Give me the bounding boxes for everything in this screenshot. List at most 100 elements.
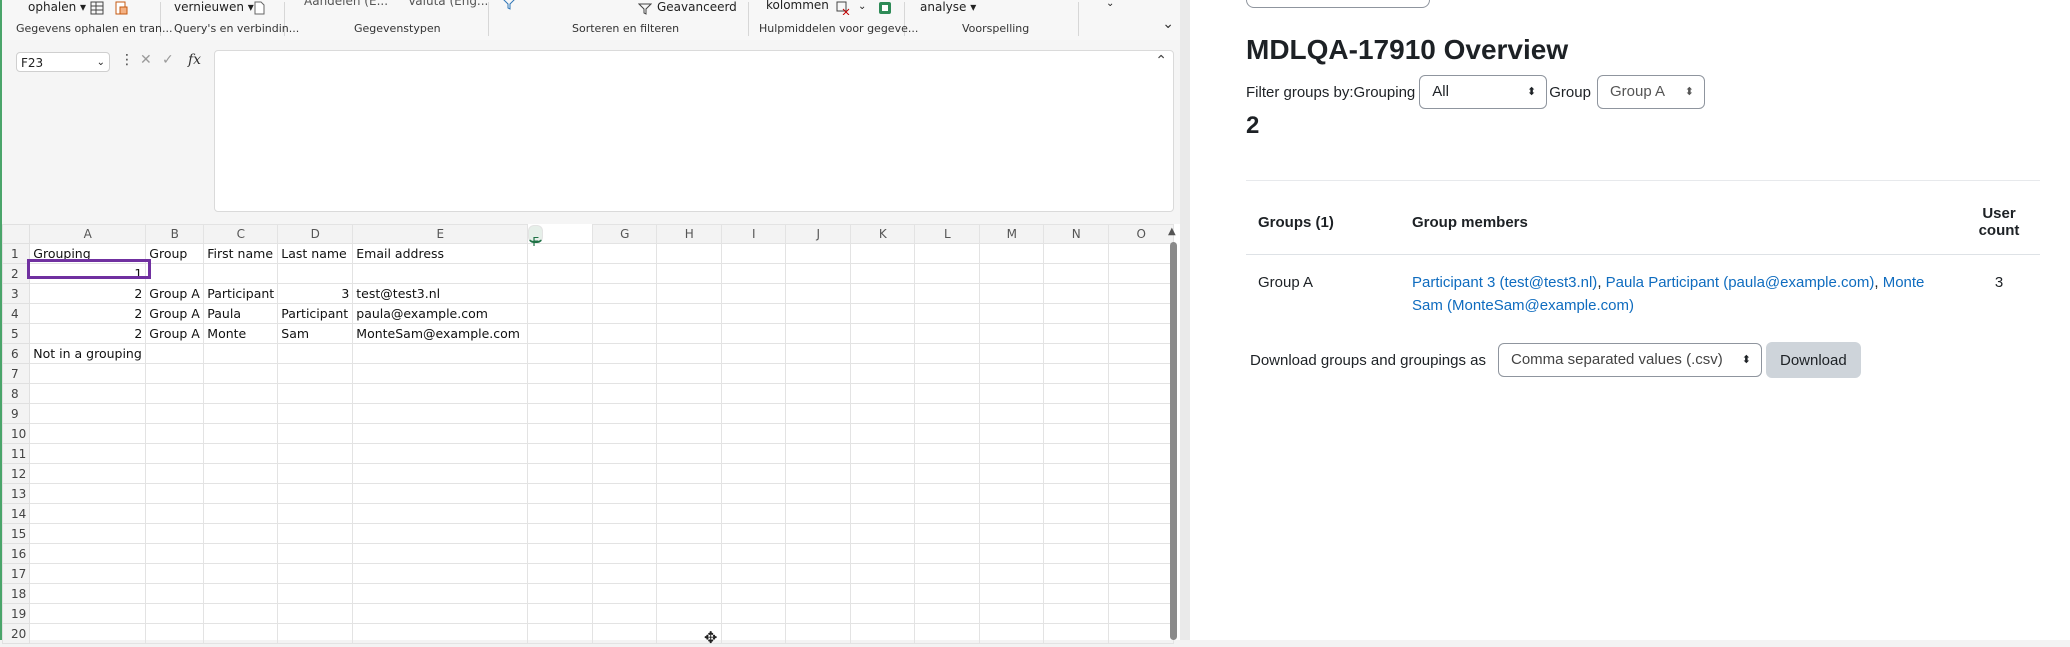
advanced-filter-button[interactable]: Geavanceerd (657, 0, 737, 14)
grid-cell[interactable] (29, 483, 147, 504)
grid-cell[interactable] (850, 383, 916, 404)
grid-cell[interactable]: Not in a grouping (29, 343, 147, 364)
grid-cell[interactable] (979, 303, 1045, 324)
column-header[interactable]: A (29, 224, 147, 244)
get-data-button[interactable]: ophalen ▾ (28, 0, 86, 14)
grid-cell[interactable] (721, 523, 787, 544)
grid-cell[interactable] (785, 303, 852, 324)
stocks-datatype[interactable]: Aandelen (E... (304, 0, 388, 8)
grid-cell[interactable] (785, 583, 852, 604)
row-header[interactable]: 15 (1, 523, 31, 544)
grid-cell[interactable] (145, 463, 205, 484)
grid-cell[interactable] (29, 603, 147, 624)
grid-cell[interactable] (850, 503, 916, 524)
grid-cell[interactable] (1108, 243, 1175, 264)
grid-cell[interactable] (721, 623, 787, 644)
grid-cell[interactable] (527, 383, 594, 404)
grid-cell[interactable] (914, 343, 981, 364)
worksheet-grid[interactable]: A B C D E F G H I J K L M N O 1 Grouping G… (1, 224, 1180, 644)
grid-cell[interactable] (203, 523, 279, 544)
row-header[interactable]: 19 (1, 603, 31, 624)
grid-cell[interactable] (979, 323, 1045, 344)
grid-cell[interactable] (1108, 503, 1175, 524)
grid-cell[interactable] (527, 263, 594, 284)
grid-cell[interactable] (914, 243, 981, 264)
grid-cell[interactable]: Participant (277, 303, 354, 324)
grid-cell[interactable] (914, 523, 981, 544)
grid-cell[interactable] (1108, 623, 1175, 644)
grid-cell[interactable] (721, 323, 787, 344)
grid-cell[interactable] (203, 383, 279, 404)
grid-cell[interactable] (850, 463, 916, 484)
column-header[interactable]: H (656, 224, 723, 244)
grid-cell[interactable] (656, 603, 723, 624)
grid-cell[interactable] (203, 343, 279, 364)
grid-cell[interactable]: test@test3.nl (352, 283, 529, 304)
grid-cell[interactable] (656, 283, 723, 304)
grid-cell[interactable] (1043, 263, 1110, 284)
grid-cell[interactable] (656, 423, 723, 444)
grid-cell[interactable] (527, 463, 594, 484)
grid-cell[interactable] (29, 523, 147, 544)
column-header[interactable]: E (352, 224, 529, 244)
grid-cell[interactable] (203, 263, 279, 284)
grid-cell[interactable] (721, 603, 787, 624)
grid-cell[interactable] (979, 523, 1045, 544)
grid-cell[interactable] (352, 363, 529, 384)
grid-cell[interactable] (352, 483, 529, 504)
grid-cell[interactable] (203, 423, 279, 444)
grid-cell[interactable] (592, 283, 658, 304)
grid-cell[interactable] (145, 503, 205, 524)
grid-cell[interactable] (203, 403, 279, 424)
row-header[interactable]: 9 (1, 403, 31, 424)
name-box[interactable]: F23 ⌄ (16, 52, 110, 72)
grid-cell[interactable] (29, 463, 147, 484)
row-header[interactable]: 11 (1, 443, 31, 464)
grid-cell[interactable] (1108, 523, 1175, 544)
grid-cell[interactable] (979, 463, 1045, 484)
data-model-icon[interactable] (878, 0, 892, 14)
grid-cell[interactable] (145, 263, 205, 284)
grid-cell[interactable] (1108, 403, 1175, 424)
collapse-ribbon-icon[interactable]: ⌄ (1162, 16, 1174, 32)
grid-cell[interactable] (203, 543, 279, 564)
grid-cell[interactable] (352, 563, 529, 584)
grid-cell[interactable] (352, 343, 529, 364)
grid-cell[interactable] (785, 263, 852, 284)
grid-cell[interactable]: Group (145, 243, 205, 264)
grid-cell[interactable] (277, 563, 354, 584)
grid-cell[interactable] (1108, 603, 1175, 624)
grid-cell[interactable] (979, 443, 1045, 464)
top-cut-off-button[interactable] (1246, 0, 1430, 8)
grid-cell[interactable]: paula@example.com (352, 303, 529, 324)
grid-cell[interactable] (914, 623, 981, 644)
grid-cell[interactable] (656, 383, 723, 404)
grid-cell[interactable] (592, 563, 658, 584)
formula-input[interactable]: ⌃ (214, 50, 1174, 212)
grid-cell[interactable] (914, 503, 981, 524)
grid-cell[interactable] (145, 403, 205, 424)
grid-cell[interactable] (656, 583, 723, 604)
row-header[interactable]: 7 (1, 363, 31, 384)
grid-cell[interactable] (721, 563, 787, 584)
grid-cell[interactable] (850, 243, 916, 264)
grid-cell[interactable]: 2 (29, 323, 147, 344)
group-select[interactable]: Group A ⬍ (1596, 75, 1705, 109)
grid-cell[interactable] (785, 363, 852, 384)
grid-cell[interactable] (277, 503, 354, 524)
row-header[interactable]: 14 (1, 503, 31, 524)
grid-cell[interactable] (527, 423, 594, 444)
grid-cell[interactable] (785, 443, 852, 464)
column-header[interactable]: C (203, 224, 279, 244)
grid-cell[interactable] (592, 523, 658, 544)
grid-cell[interactable]: Group A (145, 283, 205, 304)
grid-cell[interactable] (1108, 383, 1175, 404)
grid-cell[interactable] (656, 563, 723, 584)
grid-cell[interactable] (277, 383, 354, 404)
grid-cell[interactable] (1043, 243, 1110, 264)
grid-cell[interactable] (352, 423, 529, 444)
grid-cell[interactable] (145, 343, 205, 364)
grid-cell[interactable] (29, 583, 147, 604)
grid-cell[interactable] (203, 563, 279, 584)
chevron-down-icon[interactable]: ⌄ (858, 1, 866, 12)
